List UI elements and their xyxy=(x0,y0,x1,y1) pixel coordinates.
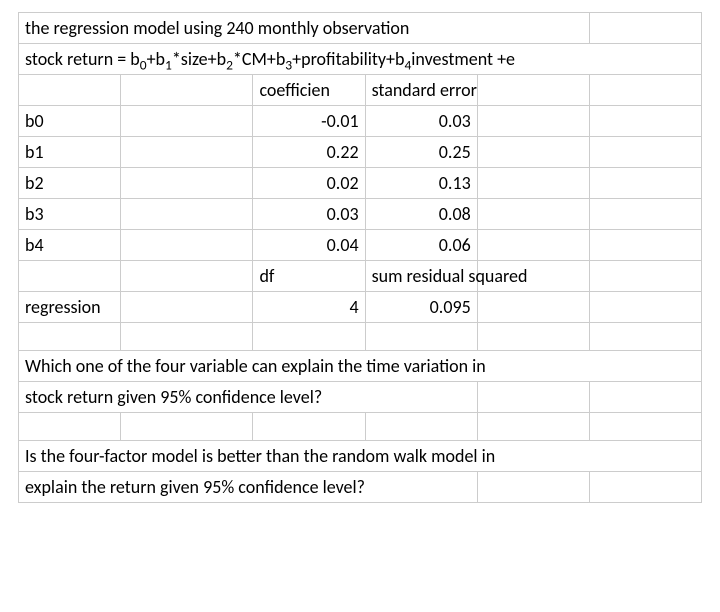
empty-cell xyxy=(589,292,701,323)
empty-cell xyxy=(477,292,589,323)
question-2b: explain the return given 95% confidence … xyxy=(19,472,478,503)
empty-cell xyxy=(589,261,701,292)
empty-cell xyxy=(365,413,477,441)
empty-cell xyxy=(589,168,701,199)
coef-value: 0.22 xyxy=(253,137,365,168)
empty-cell xyxy=(477,230,589,261)
empty-cell xyxy=(589,75,701,106)
empty-cell xyxy=(120,137,253,168)
empty-cell xyxy=(253,323,365,351)
row-label: b1 xyxy=(19,137,121,168)
intro-line1: the regression model using 240 monthly o… xyxy=(19,13,590,44)
coef-value: 0.02 xyxy=(253,168,365,199)
row-label: b4 xyxy=(19,230,121,261)
empty-cell xyxy=(19,413,121,441)
regression-resid: 0.095 xyxy=(365,292,477,323)
empty-cell xyxy=(120,292,253,323)
row-label: b0 xyxy=(19,106,121,137)
coef-value: -0.01 xyxy=(253,106,365,137)
header-stderr: standard error xyxy=(365,75,477,106)
empty-cell xyxy=(120,106,253,137)
empty-cell xyxy=(253,413,365,441)
empty-cell xyxy=(477,472,589,503)
empty-cell xyxy=(589,13,701,44)
empty-cell xyxy=(589,106,701,137)
empty-cell xyxy=(589,230,701,261)
empty-cell xyxy=(120,413,253,441)
row-label: b2 xyxy=(19,168,121,199)
se-value: 0.08 xyxy=(365,199,477,230)
row-label: b3 xyxy=(19,199,121,230)
empty-cell xyxy=(120,75,253,106)
empty-cell xyxy=(120,168,253,199)
coef-value: 0.03 xyxy=(253,199,365,230)
empty-cell xyxy=(477,75,589,106)
header-resid: sum residual squared xyxy=(365,261,477,292)
empty-cell xyxy=(477,413,589,441)
empty-cell xyxy=(477,168,589,199)
question-1a: Which one of the four variable can expla… xyxy=(19,351,702,382)
empty-cell xyxy=(477,106,589,137)
coef-value: 0.04 xyxy=(253,230,365,261)
empty-cell xyxy=(589,199,701,230)
spreadsheet-table: the regression model using 240 monthly o… xyxy=(18,12,702,503)
empty-cell xyxy=(120,323,253,351)
intro-line2: stock return = b0+b1*size+b2*CM+b3+profi… xyxy=(19,44,702,75)
regression-df: 4 xyxy=(253,292,365,323)
se-value: 0.06 xyxy=(365,230,477,261)
se-value: 0.13 xyxy=(365,168,477,199)
empty-cell xyxy=(477,199,589,230)
header-df: df xyxy=(253,261,365,292)
empty-cell xyxy=(589,323,701,351)
empty-cell xyxy=(120,199,253,230)
empty-cell xyxy=(365,323,477,351)
empty-cell xyxy=(477,323,589,351)
empty-cell xyxy=(589,472,701,503)
empty-cell xyxy=(477,137,589,168)
empty-cell xyxy=(589,382,701,413)
empty-cell xyxy=(589,137,701,168)
empty-cell xyxy=(19,75,121,106)
empty-cell xyxy=(589,413,701,441)
empty-cell xyxy=(477,382,589,413)
empty-cell xyxy=(120,261,253,292)
header-coef: coefficien xyxy=(253,75,365,106)
question-2a: Is the four-factor model is better than … xyxy=(19,441,702,472)
regression-label: regression xyxy=(19,292,121,323)
empty-cell xyxy=(19,261,121,292)
question-1b: stock return given 95% confidence level? xyxy=(19,382,478,413)
empty-cell xyxy=(120,230,253,261)
se-value: 0.25 xyxy=(365,137,477,168)
empty-cell xyxy=(19,323,121,351)
se-value: 0.03 xyxy=(365,106,477,137)
